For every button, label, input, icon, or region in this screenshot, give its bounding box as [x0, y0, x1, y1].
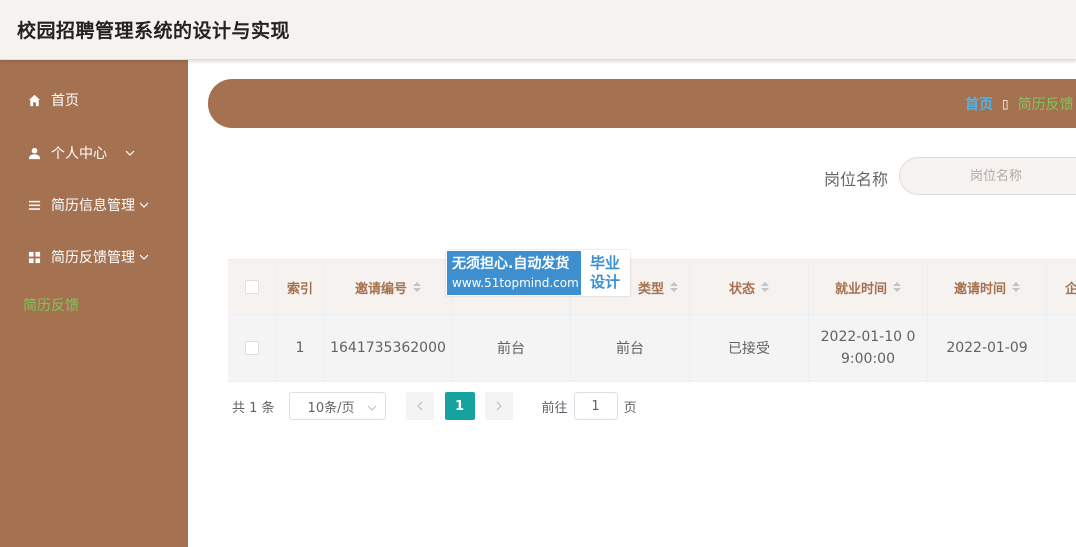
pagination-total: 共 1 条: [232, 400, 275, 416]
chevron-down-icon: [139, 252, 149, 262]
sort-icon[interactable]: [670, 282, 678, 292]
cell-index: 1: [276, 315, 325, 381]
sidebar-item-resume-feedback[interactable]: 简历反馈管理: [0, 239, 188, 275]
pagination: 共 1 条 10条/页 1 前往 页: [232, 392, 637, 420]
header-label: 邀请时间: [953, 281, 1006, 297]
breadcrumb-home-link[interactable]: 首页: [965, 94, 993, 114]
search-input[interactable]: [899, 157, 1076, 195]
header-select-cell: [228, 260, 276, 314]
watermark-line2: www.51topmind.com: [452, 276, 579, 290]
chevron-down-icon: [367, 402, 377, 412]
next-page-button[interactable]: [484, 392, 513, 420]
goto-page-input[interactable]: [573, 392, 618, 420]
sidebar-subitem-resume-feedback[interactable]: 简历反馈: [0, 287, 188, 323]
sidebar-item-label: 简历反馈管理: [51, 250, 135, 266]
data-table: 索引 邀请编号 类型 状态 就业时间 邀请时间 企 1 164173536200…: [228, 259, 1076, 382]
header-label: 类型: [637, 281, 664, 297]
row-checkbox[interactable]: [244, 341, 259, 355]
page-size-value: 10条/页: [307, 400, 355, 416]
grid-icon: [27, 250, 41, 264]
sort-icon[interactable]: [893, 282, 901, 292]
cell-invite-no: 1641735362000: [325, 315, 452, 381]
header-label: 就业时间: [834, 281, 887, 297]
header-invite-time[interactable]: 邀请时间: [928, 260, 1047, 314]
cell-work-time: 2022-01-10 09:00:00: [809, 315, 928, 381]
page-unit-label: 页: [623, 400, 637, 416]
chevron-down-icon: [139, 200, 149, 210]
user-icon: [27, 146, 41, 160]
cell-company: [1047, 315, 1076, 381]
breadcrumb-separator-icon: ▯: [1002, 96, 1009, 111]
watermark-tag1: 毕业: [589, 254, 620, 272]
sidebar-item-label: 首页: [51, 93, 79, 109]
sidebar-item-personal-center[interactable]: 个人中心: [0, 135, 188, 171]
header-invite-no[interactable]: 邀请编号: [325, 260, 452, 314]
watermark-tag2: 设计: [589, 273, 620, 291]
chevron-down-icon: [125, 148, 135, 158]
header-status[interactable]: 状态: [690, 260, 809, 314]
page-number-current[interactable]: 1: [444, 392, 475, 420]
prev-page-button[interactable]: [405, 392, 434, 420]
home-icon: [27, 93, 41, 107]
breadcrumb: 首页 ▯ 简历反馈: [208, 79, 1076, 128]
select-all-checkbox[interactable]: [244, 280, 259, 294]
sidebar-item-label: 简历信息管理: [51, 198, 135, 214]
sidebar: 首页 个人中心 简历信息管理 简历反馈管理 简历反馈: [0, 60, 188, 547]
chevron-right-icon: [496, 401, 502, 411]
sort-icon[interactable]: [413, 282, 421, 292]
cell-status: 已接受: [690, 315, 809, 381]
row-select-cell: [228, 315, 276, 381]
list-icon: [27, 198, 41, 212]
sidebar-item-home[interactable]: 首页: [0, 82, 188, 118]
header-work-time[interactable]: 就业时间: [809, 260, 928, 314]
cell-type: 前台: [571, 315, 690, 381]
watermark-banner: 无须担心.自动发货 www.51topmind.com 毕业 设计: [446, 250, 630, 296]
sort-icon[interactable]: [761, 282, 769, 292]
sort-icon[interactable]: [1012, 282, 1020, 292]
table-row: 1 1641735362000 前台 前台 已接受 2022-01-10 09:…: [228, 314, 1076, 382]
chevron-left-icon: [416, 401, 423, 411]
watermark-left: 无须担心.自动发货 www.51topmind.com: [447, 251, 581, 295]
app-root: 校园招聘管理系统的设计与实现 首页 个人中心 简历信息管理 简历反馈管理 简历反…: [0, 0, 1076, 547]
table-header-row: 索引 邀请编号 类型 状态 就业时间 邀请时间 企: [228, 260, 1076, 314]
sidebar-item-resume-info[interactable]: 简历信息管理: [0, 187, 188, 223]
sidebar-item-label: 个人中心: [51, 146, 107, 162]
top-header: 校园招聘管理系统的设计与实现: [0, 0, 1076, 60]
watermark-line1: 无须担心.自动发货: [452, 256, 570, 272]
search-label: 岗位名称: [824, 170, 889, 189]
cell-invite-time: 2022-01-09: [928, 315, 1047, 381]
watermark-right: 毕业 设计: [581, 251, 629, 295]
cell-position: 前台: [452, 315, 571, 381]
goto-label: 前往: [541, 400, 568, 416]
app-title: 校园招聘管理系统的设计与实现: [17, 20, 291, 42]
header-label: 状态: [728, 281, 755, 297]
header-label: 邀请编号: [354, 281, 407, 297]
page-size-select[interactable]: 10条/页: [288, 392, 386, 420]
work-time-text: 2022-01-10 09:00:00: [820, 329, 916, 367]
header-index: 索引: [276, 260, 325, 314]
header-company: 企: [1047, 260, 1076, 314]
breadcrumb-current: 简历反馈: [1017, 96, 1074, 113]
